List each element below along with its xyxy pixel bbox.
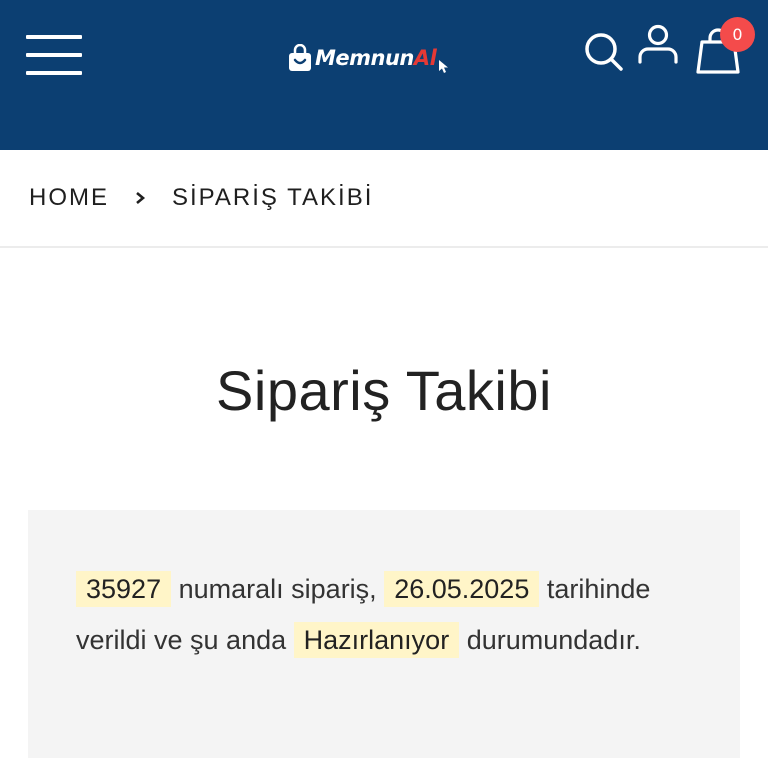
hamburger-icon-line bbox=[26, 53, 82, 57]
cart-count-badge: 0 bbox=[720, 17, 755, 52]
logo-text-main: Memnun bbox=[315, 46, 414, 70]
account-button[interactable] bbox=[637, 24, 679, 66]
search-button[interactable] bbox=[583, 31, 625, 73]
breadcrumb-home-link[interactable]: HOME bbox=[29, 184, 109, 212]
order-status-text-3: durumundadır. bbox=[466, 625, 641, 655]
order-number: 35927 bbox=[76, 571, 172, 607]
logo-text-accent: Al bbox=[413, 46, 437, 70]
menu-button[interactable] bbox=[26, 35, 82, 77]
shopping-bag-logo-icon bbox=[289, 44, 311, 71]
site-logo[interactable]: Memnun Al bbox=[287, 36, 483, 80]
order-status-box: 35927 numaralı sipariş, 26.05.2025 tarih… bbox=[28, 510, 740, 758]
search-icon bbox=[585, 33, 623, 71]
order-status-value: Hazırlanıyor bbox=[293, 622, 460, 658]
hamburger-icon-line bbox=[26, 35, 82, 39]
cursor-icon bbox=[439, 60, 449, 73]
hamburger-icon-line bbox=[26, 71, 82, 75]
user-icon bbox=[638, 24, 678, 64]
order-status-text-1: numaralı sipariş, bbox=[178, 574, 377, 604]
logo-text: Memnun Al bbox=[315, 46, 437, 70]
page-title: Sipariş Takibi bbox=[216, 359, 552, 422]
chevron-right-icon bbox=[136, 192, 146, 204]
order-date: 26.05.2025 bbox=[384, 571, 540, 607]
site-header: Memnun Al 0 bbox=[0, 0, 768, 150]
breadcrumb-current: SİPARİŞ TAKİBİ bbox=[172, 184, 374, 211]
breadcrumb: HOME SİPARİŞ TAKİBİ bbox=[0, 150, 768, 248]
